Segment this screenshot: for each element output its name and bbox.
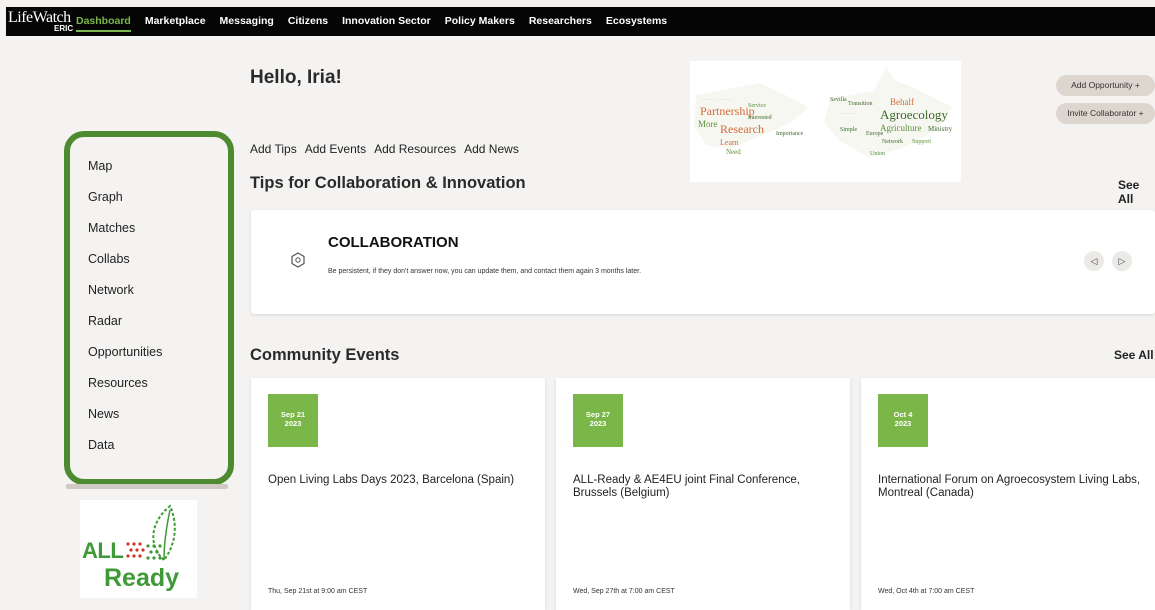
event-date-year: 2023	[894, 419, 912, 428]
logo-sub-text: ERIC	[54, 24, 74, 33]
wordcloud-word: Partnership	[700, 104, 755, 118]
event-title: Open Living Labs Days 2023, Barcelona (S…	[268, 474, 515, 486]
tips-prev-button[interactable]: ◁	[1084, 251, 1104, 271]
events-section-title: Community Events	[250, 346, 400, 364]
triangle-left-icon: ◁	[1090, 256, 1098, 266]
wordcloud-word: Agroecology	[880, 107, 948, 122]
nav-citizens[interactable]: Citizens	[288, 7, 328, 36]
sidebar-item-news[interactable]: News	[88, 407, 119, 421]
wordcloud-word: Learn	[720, 138, 739, 147]
nav-policy-makers[interactable]: Policy Makers	[445, 7, 515, 36]
event-card[interactable]: Sep 27 2023 ALL-Ready & AE4EU joint Fina…	[556, 378, 850, 610]
wordcloud-word: Research	[720, 122, 764, 136]
triangle-right-icon: ▷	[1118, 256, 1126, 266]
event-card[interactable]: Oct 4 2023 International Forum on Agroec…	[861, 378, 1155, 610]
hexagon-network-icon	[291, 252, 305, 268]
sidebar-shadow	[66, 484, 228, 489]
wordcloud-word: More	[698, 119, 718, 129]
dots-pattern-icon	[126, 542, 162, 560]
wordcloud-filler: · · · · · · · · · · ·	[702, 98, 733, 103]
event-date-day: Oct 4	[893, 410, 913, 419]
add-tips-link[interactable]: Add Tips	[250, 142, 297, 156]
wordcloud-word: Agriculture	[880, 123, 921, 133]
add-events-link[interactable]: Add Events	[305, 142, 366, 156]
sidebar-item-graph[interactable]: Graph	[88, 190, 123, 204]
event-date-year: 2023	[284, 419, 302, 428]
event-card[interactable]: Sep 21 2023 Open Living Labs Days 2023, …	[251, 378, 545, 610]
sidebar-item-resources[interactable]: Resources	[88, 376, 148, 390]
sidebar-item-collabs[interactable]: Collabs	[88, 252, 130, 266]
event-date-badge: Oct 4 2023	[878, 394, 928, 447]
add-opportunity-button[interactable]: Add Opportunity +	[1056, 75, 1155, 96]
nav-ecosystems[interactable]: Ecosystems	[606, 7, 667, 36]
event-date-badge: Sep 21 2023	[268, 394, 318, 447]
event-date-badge: Sep 27 2023	[573, 394, 623, 447]
wordcloud-word: Simple	[840, 127, 857, 133]
wordcloud-banner: Partnership Research More Learn Need Agr…	[690, 61, 961, 182]
sidebar-item-radar[interactable]: Radar	[88, 314, 122, 328]
wordcloud-word: Need	[726, 148, 741, 156]
tips-next-button[interactable]: ▷	[1112, 251, 1132, 271]
sidebar-item-network[interactable]: Network	[88, 283, 134, 297]
sidebar-item-opportunities[interactable]: Opportunities	[88, 345, 162, 359]
event-date-year: 2023	[589, 419, 607, 428]
greeting-heading: Hello, Iria!	[250, 67, 342, 88]
tip-body: Be persistent, if they don't answer now,…	[328, 268, 642, 275]
tips-see-all-link[interactable]: See All	[1118, 178, 1155, 206]
sidebar-item-matches[interactable]: Matches	[88, 221, 135, 235]
quick-links: Add Tips Add Events Add Resources Add Ne…	[250, 142, 519, 156]
sidebar-item-data[interactable]: Data	[88, 438, 114, 452]
tips-section-title: Tips for Collaboration & Innovation	[250, 174, 526, 192]
wordcloud-word: Interested	[748, 115, 772, 121]
event-time: Thu, Sep 21st at 9:00 am CEST	[268, 588, 368, 595]
wordcloud-word: Sevilla	[830, 97, 847, 103]
event-time: Wed, Oct 4th at 7:00 am CEST	[878, 588, 975, 595]
events-see-all-link[interactable]: See All	[1114, 348, 1154, 362]
top-nav-bar: LifeWatch ERIC Dashboard Marketplace Mes…	[6, 7, 1155, 36]
all-ready-line1: ALL	[82, 538, 124, 563]
all-ready-logo: ALL Ready	[80, 500, 197, 598]
invite-collaborator-button[interactable]: Invite Collaborator +	[1056, 103, 1155, 124]
wordcloud-word: Europe	[866, 131, 884, 137]
add-resources-link[interactable]: Add Resources	[374, 142, 456, 156]
nav-marketplace[interactable]: Marketplace	[145, 7, 206, 36]
wordcloud-filler: · · · · · ·	[840, 112, 857, 117]
event-title: ALL-Ready & AE4EU joint Final Conference…	[573, 474, 800, 499]
wordcloud-word: Importance	[776, 131, 804, 137]
sidebar-menu: Map Graph Matches Collabs Network Radar …	[64, 131, 234, 485]
wordcloud-word: Transition	[848, 101, 872, 107]
wordcloud-word: Ministry	[928, 125, 953, 133]
wordcloud-word: Service	[748, 103, 766, 109]
wordcloud-word: Support	[912, 139, 931, 145]
event-date-day: Sep 27	[585, 410, 611, 419]
wordcloud-word: Network	[882, 139, 903, 145]
wordcloud-word: Behalf	[890, 97, 914, 107]
add-news-link[interactable]: Add News	[464, 142, 519, 156]
nav-innovation-sector[interactable]: Innovation Sector	[342, 7, 431, 36]
event-time: Wed, Sep 27th at 7:00 am CEST	[573, 588, 675, 595]
sidebar-item-map[interactable]: Map	[88, 159, 112, 173]
tip-card: COLLABORATION Be persistent, if they don…	[251, 210, 1155, 314]
nav-researchers[interactable]: Researchers	[529, 7, 592, 36]
wordcloud-word: Union	[870, 151, 885, 157]
tip-title: COLLABORATION	[328, 234, 459, 251]
all-ready-line2: Ready	[104, 564, 180, 592]
nav-messaging[interactable]: Messaging	[220, 7, 274, 36]
nav-dashboard[interactable]: Dashboard	[76, 7, 131, 36]
event-title: International Forum on Agroecosystem Liv…	[878, 474, 1141, 499]
lifewatch-logo[interactable]: LifeWatch ERIC	[6, 7, 76, 36]
event-date-day: Sep 21	[280, 410, 306, 419]
